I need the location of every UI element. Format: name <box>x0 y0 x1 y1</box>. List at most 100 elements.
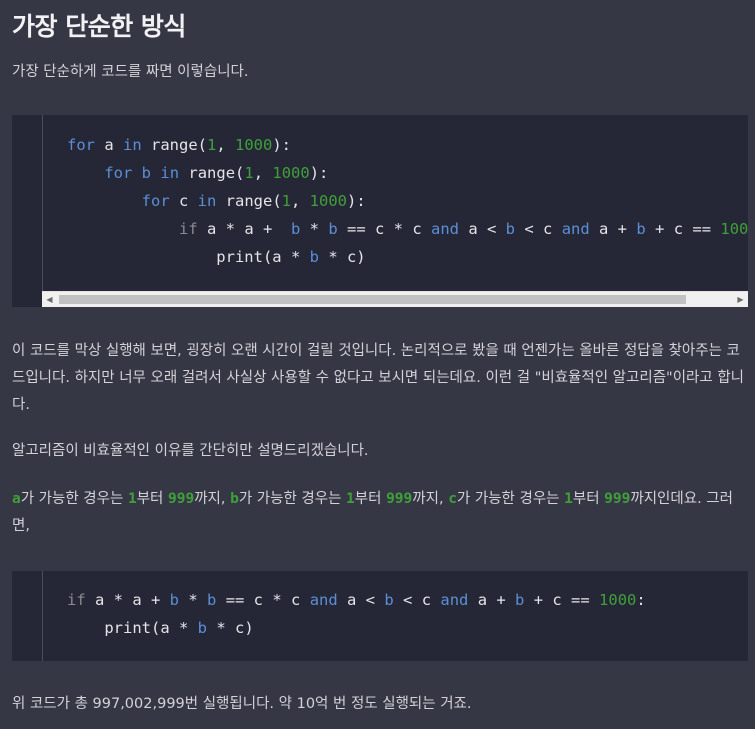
code-token: < c <box>515 220 562 238</box>
code-token-kwd: if <box>67 591 86 609</box>
scroll-right-arrow-icon[interactable]: ▶ <box>733 292 748 307</box>
code-token-kw: and <box>309 591 338 609</box>
text-token: 가 가능한 경우는 <box>456 491 565 507</box>
code-token: print(a * <box>67 248 310 266</box>
code-token-var: b <box>169 591 180 609</box>
code-line: for b in range(1, 1000): <box>67 159 748 187</box>
code-token: range( <box>179 164 245 182</box>
text-token-hl-num: 1 <box>564 491 573 507</box>
explanation-paragraph: 이 코드를 막상 실행해 보면, 굉장히 오랜 시간이 걸릴 것입니다. 논리적… <box>12 343 745 413</box>
code-token-num: 1000 <box>720 220 748 238</box>
code-token-var: b <box>309 248 319 266</box>
code-line: if a * a + b * b == c * c and a < b < c … <box>67 215 748 243</box>
code-token-kw: for <box>67 136 95 154</box>
range-explanation-text: a가 가능한 경우는 1부터 999까지, b가 가능한 경우는 1부터 999… <box>12 486 747 540</box>
text-token-hl-num: 999 <box>604 491 631 507</box>
code-token-var: b <box>197 619 207 637</box>
code-token-kw: for <box>104 164 133 182</box>
code-token: * c) <box>318 248 366 266</box>
code-token: == c * c <box>216 591 310 609</box>
text-token-hl-var: a <box>12 491 21 507</box>
text-token-hl-var: b <box>230 491 239 507</box>
code-token-var: b <box>328 220 338 238</box>
code-token: ): <box>272 136 292 154</box>
code-token: : <box>636 591 646 609</box>
code-token: range( <box>141 136 207 154</box>
code-token-num: 1 <box>281 192 291 210</box>
code-line: print(a * b * c) <box>67 243 748 271</box>
code-token: , <box>253 164 273 182</box>
code-token-num: 1000 <box>272 164 310 182</box>
code-content: if a * a + b * b == c * c and a < b < c … <box>67 586 646 642</box>
code-block-nested-loops: for a in range(1, 1000): for b in range(… <box>12 115 748 307</box>
intro-text: 가장 단순하게 코드를 짜면 이렇습니다. <box>12 64 249 80</box>
code-token: a + <box>589 220 637 238</box>
code-token: * <box>300 220 329 238</box>
code-token: ): <box>347 192 366 210</box>
code-token-num: 1000 <box>599 591 637 609</box>
text-token: 가 가능한 경우는 <box>238 491 347 507</box>
code-token-var: b <box>505 220 516 238</box>
text-token: 까지, <box>194 491 231 507</box>
code-line: for c in range(1, 1000): <box>67 187 748 215</box>
code-gutter-line <box>42 115 43 307</box>
code-token: + c == <box>524 591 600 609</box>
text-token: 부터 <box>572 491 605 507</box>
code-token: + c == <box>645 220 721 238</box>
text-token-hl-var: c <box>448 491 457 507</box>
code-token-num: 1 <box>244 164 254 182</box>
code-block-condition: if a * a + b * b == c * c and a < b < c … <box>12 571 748 661</box>
code-token-kw: in <box>123 136 142 154</box>
code-token-var: b <box>384 591 394 609</box>
code-token-num: 1000 <box>309 192 347 210</box>
execution-count-text: 위 코드가 총 997,002,999번 실행됩니다. 약 10억 번 정도 실… <box>12 696 472 712</box>
scrollbar-thumb[interactable] <box>59 295 686 304</box>
text-token-hl-num: 1 <box>127 491 137 507</box>
code-line: for a in range(1, 1000): <box>67 131 748 159</box>
code-token-kw: in <box>160 164 180 182</box>
code-token-kw: in <box>197 192 217 210</box>
text-token-hl-num: 999 <box>167 491 195 507</box>
code-token-var: b <box>515 591 525 609</box>
code-token: * <box>179 591 208 609</box>
code-token: a < <box>337 591 385 609</box>
code-token: , <box>216 136 236 154</box>
code-gutter-line <box>42 571 43 661</box>
code-token: ): <box>309 164 329 182</box>
text-token: 까지, <box>412 491 449 507</box>
reason-intro-text: 알고리즘이 비효율적인 이유를 간단히만 설명드리겠습니다. <box>12 443 369 459</box>
code-token-num: 1000 <box>235 136 273 154</box>
code-token: == c * c <box>337 220 431 238</box>
code-token: , <box>291 192 310 210</box>
code-token: print(a * <box>67 619 198 637</box>
horizontal-scrollbar[interactable]: ◀ ▶ <box>42 291 748 307</box>
code-token: * c) <box>207 619 254 637</box>
text-token: 가 가능한 경우는 <box>20 491 128 507</box>
code-token-kw: and <box>431 220 459 238</box>
code-line: print(a * b * c) <box>67 614 646 642</box>
code-token: a < <box>459 220 506 238</box>
text-token-hl-num: 999 <box>386 491 413 507</box>
code-line: if a * a + b * b == c * c and a < b < c … <box>67 586 646 614</box>
code-token-num: 1 <box>207 136 217 154</box>
scroll-left-arrow-icon[interactable]: ◀ <box>42 292 57 307</box>
code-content: for a in range(1, 1000): for b in range(… <box>67 131 748 271</box>
code-token: < c <box>393 591 441 609</box>
code-token-var: b <box>141 164 152 182</box>
code-token: a + <box>468 591 516 609</box>
code-token-var: b <box>290 220 301 238</box>
code-token: c <box>169 192 198 210</box>
code-token: a * a + <box>85 591 170 609</box>
section-heading: 가장 단순한 방식 <box>12 12 186 41</box>
text-token-hl-num: 1 <box>346 491 355 507</box>
code-token-kwd: if <box>178 220 198 238</box>
code-token-kw: and <box>561 220 590 238</box>
text-token: 부터 <box>354 491 387 507</box>
code-token: a <box>95 136 123 154</box>
code-token-var: b <box>207 591 217 609</box>
